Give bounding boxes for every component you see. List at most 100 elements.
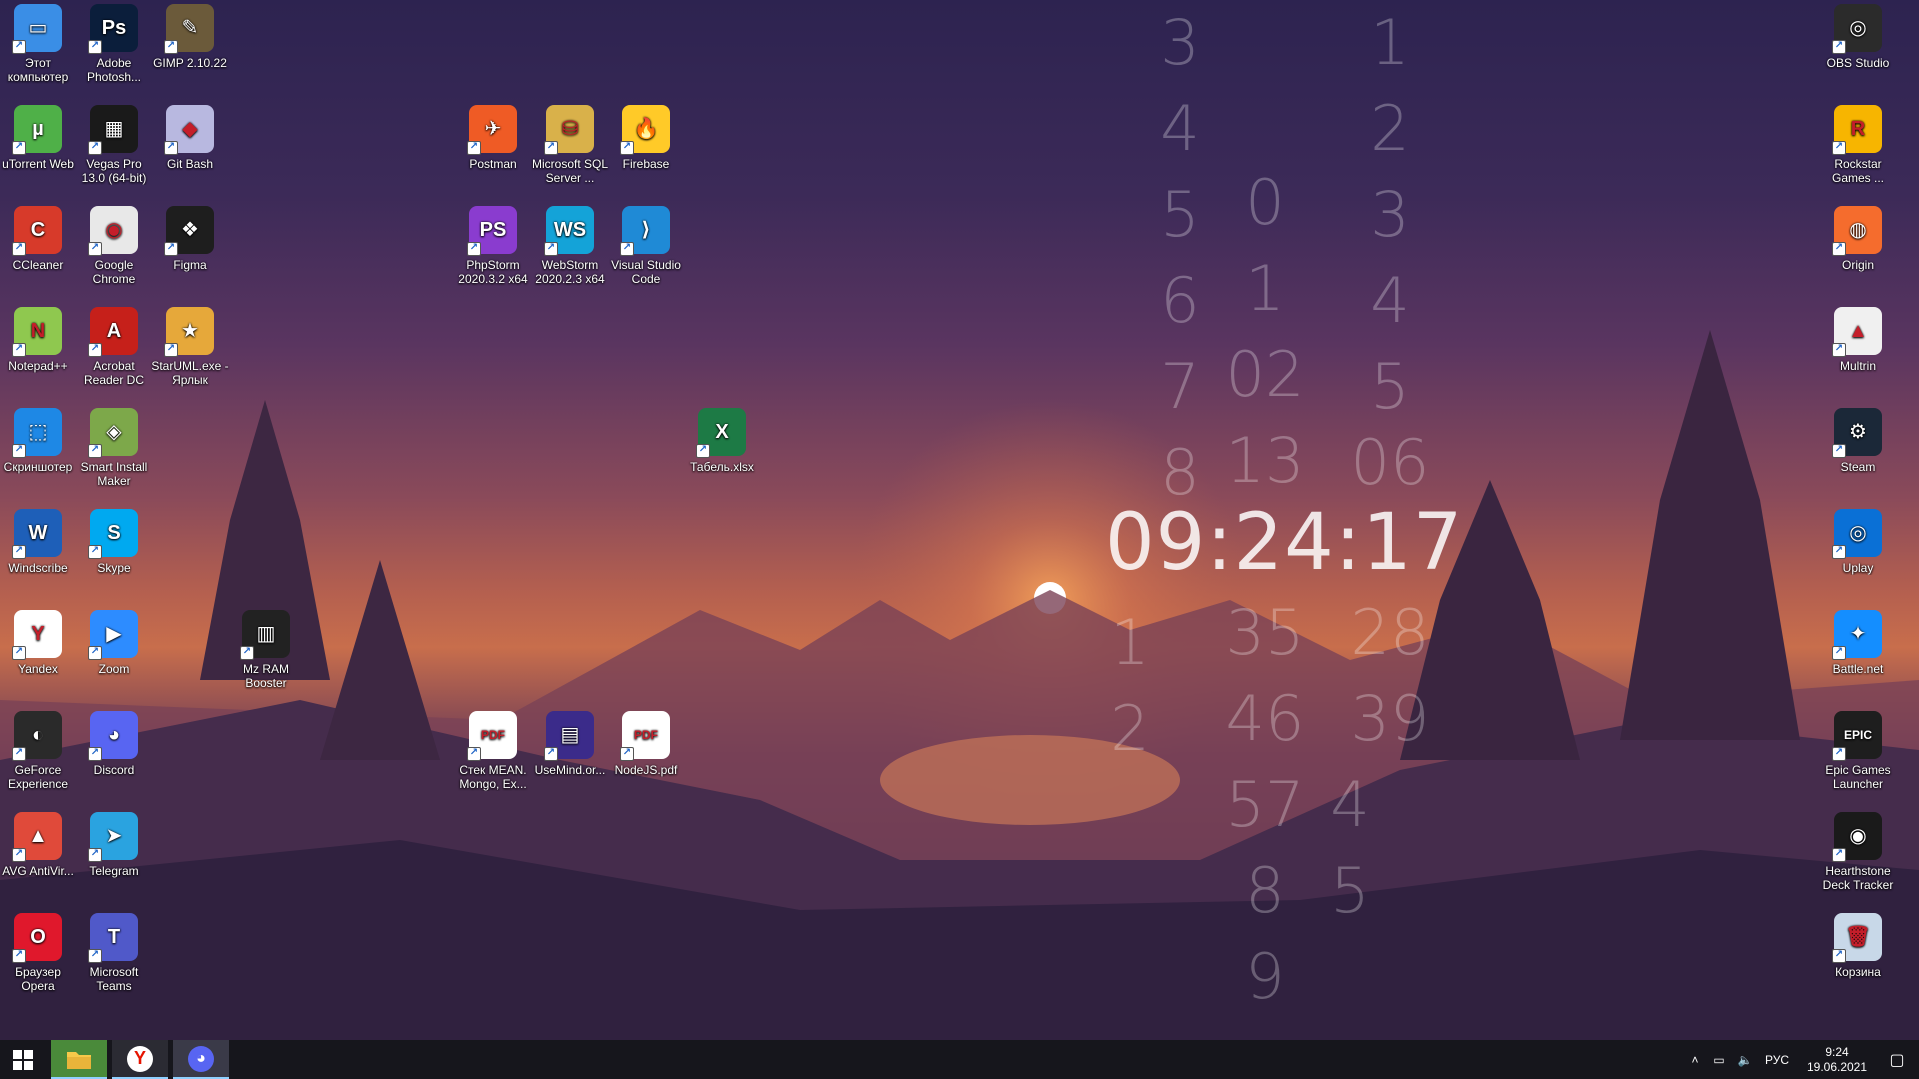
staruml-icon: ★ ↗: [164, 307, 214, 357]
discord-icon: ◕ ↗: [88, 711, 138, 761]
desktop-shortcut[interactable]: ◈ ↗ Smart Install Maker: [74, 404, 154, 488]
acrobat-icon: A ↗: [88, 307, 138, 357]
desktop-shortcut[interactable]: ◎ ↗ Uplay: [1818, 505, 1898, 575]
telegram-icon: ➤ ↗: [88, 812, 138, 862]
taskbar-yandex-browser[interactable]: Y: [112, 1040, 168, 1079]
tray-time: 9:24: [1825, 1044, 1849, 1059]
ram-booster-icon: ▥ ↗: [240, 610, 290, 660]
desktop-shortcut[interactable]: ✎ ↗ GIMP 2.10.22: [150, 0, 230, 70]
desktop-shortcut[interactable]: ◐ ↗ GeForce Experience: [0, 707, 78, 791]
clock-area[interactable]: 9:24 19.06.2021: [1797, 1045, 1877, 1075]
desktop-shortcut[interactable]: 🔥 ↗ Firebase: [606, 101, 686, 171]
desktop-shortcut[interactable]: X ↗ Табель.xlsx: [682, 404, 762, 474]
language-indicator[interactable]: РУС: [1757, 1053, 1797, 1067]
desktop-shortcut[interactable]: ❖ ↗ Figma: [150, 202, 230, 272]
desktop-shortcut[interactable]: R ↗ Rockstar Games ...: [1818, 101, 1898, 185]
shortcut-label: Hearthstone Deck Tracker: [1822, 864, 1894, 892]
shortcut-arrow-icon: ↗: [1832, 848, 1846, 862]
shortcut-label: Battle.net: [1832, 662, 1884, 676]
battlenet-icon: ✦ ↗: [1832, 610, 1882, 660]
shortcut-label: GeForce Experience: [7, 763, 69, 791]
desktop-shortcut[interactable]: ⚙ ↗ Steam: [1818, 404, 1898, 474]
desktop-shortcut[interactable]: ▭ ↗ Этот компьютер: [0, 0, 78, 84]
desktop-shortcut[interactable]: ⟩ ↗ Visual Studio Code: [606, 202, 686, 286]
desktop-shortcut[interactable]: ▥ ↗ Mz RAM Booster: [226, 606, 306, 690]
desktop-shortcut[interactable]: ◉ ↗ Google Chrome: [74, 202, 154, 286]
desktop-shortcut[interactable]: ◎ ↗ OBS Studio: [1818, 0, 1898, 70]
desktop-shortcut[interactable]: T ↗ Microsoft Teams: [74, 909, 154, 993]
desktop-shortcut[interactable]: ⬚ ↗ Скриншотер: [0, 404, 78, 474]
desktop-shortcut[interactable]: ◆ ↗ Git Bash: [150, 101, 230, 171]
desktop-shortcut[interactable]: S ↗ Skype: [74, 505, 154, 575]
gimp-icon: ✎ ↗: [164, 4, 214, 54]
webstorm-icon: WS ↗: [544, 206, 594, 256]
hearthstone-tracker-icon: ◉ ↗: [1832, 812, 1882, 862]
clock-time: 09:24:17: [1105, 498, 1464, 588]
desktop-shortcut[interactable]: ◕ ↗ Discord: [74, 707, 154, 777]
windscribe-icon: W ↗: [12, 509, 62, 559]
network-icon[interactable]: ▭: [1705, 1053, 1733, 1067]
desktop-shortcut[interactable]: ▶ ↗ Zoom: [74, 606, 154, 676]
tray-date: 19.06.2021: [1806, 1059, 1868, 1074]
git-bash-icon: ◆ ↗: [164, 105, 214, 155]
desktop-shortcut[interactable]: ⛁ ↗ Microsoft SQL Server ...: [530, 101, 610, 185]
shortcut-label: Figma: [173, 258, 207, 272]
clock-digit-column-3-mid: 06: [1350, 426, 1430, 499]
zoom-icon: ▶ ↗: [88, 610, 138, 660]
postman-icon: ✈ ↗: [467, 105, 517, 155]
shortcut-arrow-icon: ↗: [88, 646, 102, 660]
desktop-shortcut[interactable]: 🗑 ↗ Корзина: [1818, 909, 1898, 979]
desktop-shortcut[interactable]: PDF ↗ Стек MEAN. Mongo, Ex...: [453, 707, 533, 791]
start-button[interactable]: [0, 1040, 46, 1079]
desktop-shortcut[interactable]: ★ ↗ StarUML.exe - Ярлык: [150, 303, 230, 387]
shortcut-label: Smart Install Maker: [80, 460, 148, 488]
desktop-shortcut[interactable]: ➤ ↗ Telegram: [74, 808, 154, 878]
desktop-shortcut[interactable]: Ps ↗ Adobe Photosh...: [74, 0, 154, 84]
sql-server-icon: ⛁ ↗: [544, 105, 594, 155]
desktop-shortcut[interactable]: A ↗ Acrobat Reader DC: [74, 303, 154, 387]
desktop-shortcut[interactable]: ▲ ↗ Multrin: [1818, 303, 1898, 373]
desktop-shortcut[interactable]: N ↗ Notepad++: [0, 303, 78, 373]
desktop-shortcut[interactable]: ▦ ↗ Vegas Pro 13.0 (64-bit): [74, 101, 154, 185]
shortcut-label: Браузер Opera: [15, 965, 61, 993]
origin-icon: ◍ ↗: [1832, 206, 1882, 256]
vscode-icon: ⟩ ↗: [620, 206, 670, 256]
desktop-shortcut[interactable]: ◉ ↗ Hearthstone Deck Tracker: [1818, 808, 1898, 892]
windows-logo-icon: [13, 1049, 33, 1070]
desktop-shortcut[interactable]: PDF ↗ NodeJS.pdf: [606, 707, 686, 777]
desktop-shortcut[interactable]: µ ↗ uTorrent Web: [0, 101, 78, 171]
shortcut-arrow-icon: ↗: [88, 343, 102, 357]
desktop-shortcut[interactable]: W ↗ Windscribe: [0, 505, 78, 575]
desktop-shortcut[interactable]: ✦ ↗ Battle.net: [1818, 606, 1898, 676]
show-hidden-icons-chevron[interactable]: ˄: [1685, 1053, 1705, 1067]
rockstar-icon: R ↗: [1832, 105, 1882, 155]
shortcut-arrow-icon: ↗: [1832, 646, 1846, 660]
desktop-shortcut[interactable]: PS ↗ PhpStorm 2020.3.2 x64: [453, 202, 533, 286]
shortcut-arrow-icon: ↗: [467, 242, 481, 256]
desktop-shortcut[interactable]: ◍ ↗ Origin: [1818, 202, 1898, 272]
shortcut-label: Microsoft Teams: [89, 965, 139, 993]
utorrent-icon: µ ↗: [12, 105, 62, 155]
desktop-shortcut[interactable]: ✈ ↗ Postman: [453, 101, 533, 171]
desktop-shortcut[interactable]: O ↗ Браузер Opera: [0, 909, 78, 993]
desktop-shortcut[interactable]: ▲ ↗ AVG AntiVir...: [0, 808, 78, 878]
notifications-icon[interactable]: ▢: [1877, 1050, 1917, 1070]
desktop-shortcut[interactable]: WS ↗ WebStorm 2020.2.3 x64: [530, 202, 610, 286]
shortcut-label: WebStorm 2020.2.3 x64: [535, 258, 605, 286]
shortcut-label: Rockstar Games ...: [1831, 157, 1884, 185]
desktop-shortcut[interactable]: ▤ ↗ UseMind.or...: [530, 707, 610, 777]
desktop-shortcut[interactable]: C ↗ CCleaner: [0, 202, 78, 272]
volume-icon[interactable]: 🔈: [1733, 1053, 1757, 1067]
shortcut-label: Multrin: [1839, 359, 1876, 373]
shortcut-label: Google Chrome: [92, 258, 136, 286]
shortcut-label: Vegas Pro 13.0 (64-bit): [81, 157, 147, 185]
shortcut-label: NodeJS.pdf: [614, 763, 678, 777]
taskbar-file-explorer[interactable]: [51, 1040, 107, 1079]
shortcut-label: Acrobat Reader DC: [83, 359, 145, 387]
desktop-shortcut[interactable]: Y ↗ Yandex: [0, 606, 78, 676]
shortcut-arrow-icon: ↗: [88, 141, 102, 155]
shortcut-arrow-icon: ↗: [240, 646, 254, 660]
taskbar-discord[interactable]: ◕: [173, 1040, 229, 1079]
excel-file-icon: X ↗: [696, 408, 746, 458]
desktop-shortcut[interactable]: EPIC ↗ Epic Games Launcher: [1818, 707, 1898, 791]
